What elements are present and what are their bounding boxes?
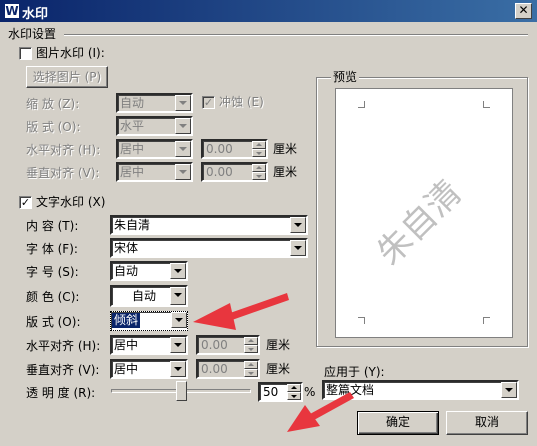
annotation-arrow-layout <box>193 293 289 330</box>
annotation-arrow-apply <box>287 392 354 432</box>
annotation-overlay <box>193 293 354 432</box>
